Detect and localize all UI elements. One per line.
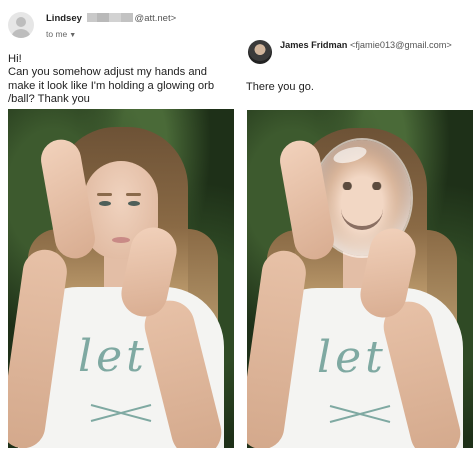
eye (128, 201, 140, 206)
shirt-arrows-graphic (90, 404, 152, 422)
replier-line: James Fridman <fjamie013@gmail.com> (280, 40, 452, 50)
sender-avatar (8, 12, 34, 38)
message-body: Can you somehow adjust my hands and make… (8, 66, 234, 107)
reply-message: There you go. (246, 81, 314, 93)
message-line: Can you somehow adjust my hands and (8, 66, 208, 78)
original-photo: let y (8, 109, 234, 448)
redacted-email-blur (86, 13, 133, 22)
shirt-arrows-graphic (329, 405, 391, 423)
eyebrow (126, 193, 141, 196)
sender-domain: @att.net> (134, 13, 177, 24)
lips (112, 237, 130, 243)
eyebrow (97, 193, 112, 196)
message-greeting: Hi! (8, 53, 22, 65)
reply-email: James Fridman <fjamie013@gmail.com> Ther… (237, 0, 474, 455)
replier-avatar (248, 40, 272, 64)
to-label: to me (46, 29, 68, 39)
replier-email: <fjamie013@gmail.com> (349, 40, 452, 50)
original-email: Lindsey @att.net> to me ▼ Hi! Can you som… (0, 0, 237, 455)
sender-line: Lindsey @att.net> (46, 13, 176, 24)
recipient-line[interactable]: to me ▼ (46, 29, 76, 39)
distorted-eyes (339, 182, 385, 190)
message-line: /ball? Thank you (8, 93, 90, 105)
chevron-down-icon[interactable]: ▼ (69, 32, 76, 39)
replier-name: James Fridman (280, 40, 348, 50)
eye (99, 201, 111, 206)
edited-photo: let y (247, 110, 473, 448)
sender-name: Lindsey (46, 13, 82, 24)
message-line: make it look like I'm holding a glowing … (8, 79, 215, 92)
